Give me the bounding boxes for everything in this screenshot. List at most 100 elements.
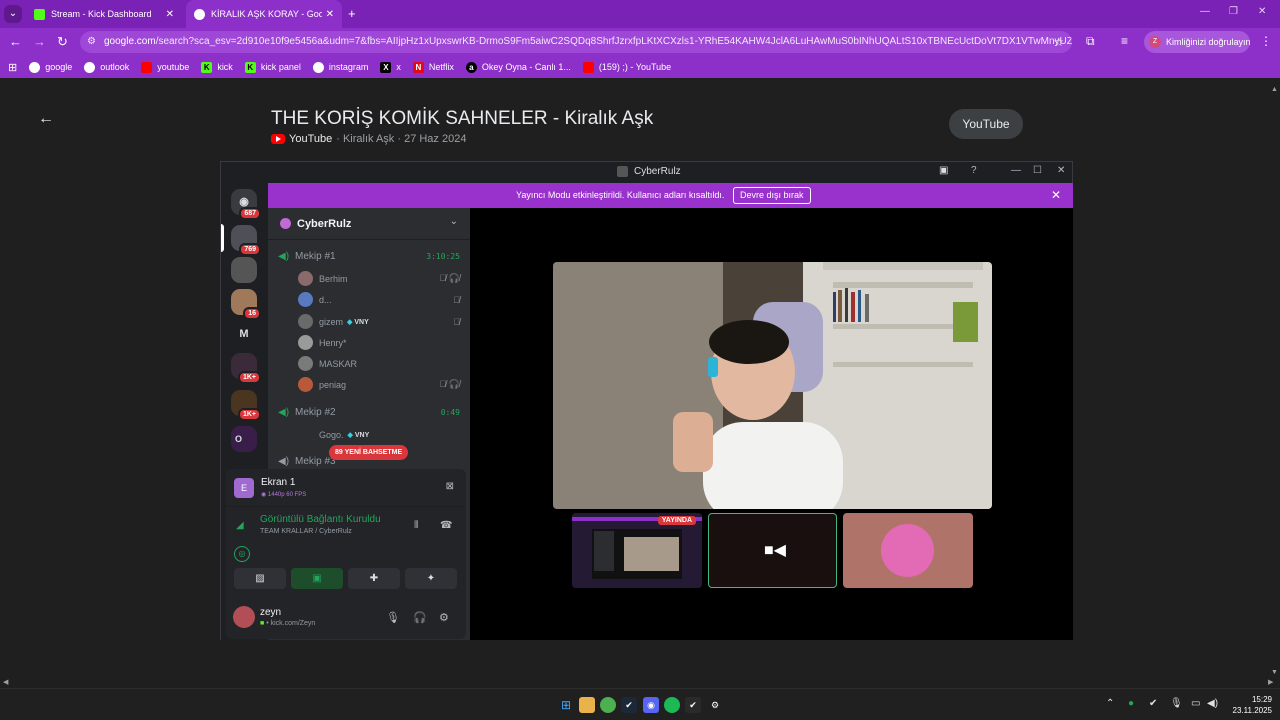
menu-icon[interactable]: ⋮ [1260,34,1272,48]
server-icon-5[interactable]: M [231,321,257,347]
server-icon-2[interactable]: 769 [231,225,261,256]
bookmark-x[interactable]: Xx [380,61,401,73]
bookmark-outlook[interactable]: outlook [84,61,129,73]
discord-icon[interactable]: ◉ [643,697,659,713]
minimize-icon[interactable]: — [1011,165,1021,176]
connection-channel[interactable]: TEAM KRALLAR / CyberRulz [260,528,352,535]
forward-icon[interactable]: → [33,34,46,49]
extensions-icon[interactable]: ⧉ [1086,34,1095,49]
close-icon[interactable]: ✕ [166,9,174,20]
steam-icon[interactable]: ✔ [621,697,637,713]
voice-user[interactable]: Henry* [298,335,460,350]
start-icon[interactable]: ⊞ [558,697,574,713]
network-icon[interactable]: ▭ [1191,698,1200,709]
volume-icon[interactable]: ◀) [1207,698,1218,709]
signal-icon[interactable]: ◢ [236,520,244,531]
participant-tile[interactable] [843,513,973,588]
bookmark-youtube[interactable]: youtube [141,61,189,73]
discord-window[interactable]: CyberRulz ▣ ? — ☐ ✕ Yayıncı Modu etkinle… [220,161,1073,640]
unread-mentions-pill[interactable]: 89 YENİ BAHSETME [329,445,409,460]
voice-user[interactable]: gizemVNY 🎙̸ [298,314,460,329]
page-title[interactable]: THE KORİŞ KOMİK SAHNELER - Kiralık Aşk [271,108,653,130]
stream-preview-row[interactable]: E Ekran 1 ◉ 1440p 60 FPS ⊠ [226,469,466,507]
close-icon[interactable]: ✕ [1051,188,1061,202]
bookmark-google[interactable]: google [29,61,72,73]
bookmark-kick-panel[interactable]: Kkick panel [244,61,301,73]
settings-icon[interactable]: ⚙ [439,611,449,624]
scroll-up-icon[interactable]: ▲ [1271,86,1278,93]
screen-share-button[interactable]: ▣ [291,568,343,589]
tray-app-icon[interactable]: ● [1128,698,1134,709]
horizontal-scrollbar[interactable]: ◀ ▶ [0,676,1280,688]
stream-thumbnail-camera[interactable]: ■◀ [708,513,837,588]
apps-icon[interactable]: ⊞ [8,61,17,74]
server-icon-6[interactable]: 1K+ [231,353,261,384]
clock[interactable]: 15:29 23.11.2025 [1222,694,1272,716]
vertical-scrollbar[interactable]: ▲ ▼ [1268,86,1280,676]
youtube-button[interactable]: YouTube [949,109,1023,139]
help-icon[interactable]: ? [971,165,977,176]
back-arrow-icon[interactable]: ← [38,110,54,128]
bookmark-okey[interactable]: a Okey Oyna - Canlı 1... [465,61,571,73]
bookmark-kick[interactable]: Kkick [201,61,233,73]
disable-streamer-mode-button[interactable]: Devre dışı bırak [733,187,811,204]
soundboard-button[interactable]: ✦ [405,568,457,589]
spotify-icon[interactable] [664,697,680,713]
bookmark-star-icon[interactable]: ☆ [1053,31,1064,53]
voice-channel-2[interactable]: ◀) Mekip #2 0:49 [278,407,460,418]
bookmark-youtube-159[interactable]: (159) ;) - YouTube [582,61,671,73]
back-icon[interactable]: ← [9,34,22,49]
main-video-stream[interactable] [553,262,992,509]
headphones-icon[interactable]: 🎧 [413,611,427,624]
tab-search-button[interactable]: ⌄ [4,5,22,23]
chevron-up-icon[interactable]: ⌃ [1106,698,1114,709]
minimize-icon[interactable]: — [1200,6,1210,17]
voice-user[interactable]: peniag 🎙̸ 🎧̸ [298,377,460,392]
maximize-icon[interactable]: ☐ [1033,165,1042,176]
voice-user[interactable]: Gogo. VNY [298,427,460,442]
steam-icon[interactable]: ✔ [1149,698,1157,709]
server-icon-3[interactable] [231,257,257,283]
noise-suppression-icon[interactable]: ⦀ [414,520,418,531]
disconnect-icon[interactable]: ☎ [440,520,452,531]
voice-user[interactable]: MASKAR [298,356,460,371]
scroll-left-icon[interactable]: ◀ [3,678,8,686]
close-icon[interactable]: ✕ [1057,165,1065,176]
server-icon-8[interactable]: O [231,426,257,452]
camera-off-button[interactable]: ▨ [234,568,286,589]
microphone-icon[interactable]: 🎙 [386,611,400,624]
server-icon-7[interactable]: 1K+ [231,390,261,421]
tab-google-search[interactable]: KİRALIK AŞK KORAY - Google'da ✕ [186,0,342,28]
app-icon[interactable]: ⚙ [707,697,723,713]
server-icon-4[interactable]: 16 [231,289,261,320]
media-icon[interactable]: ≡ [1121,34,1128,48]
address-bar[interactable]: ⚙ google.com/search?sca_esv=2d910e10f9e5… [80,31,1072,53]
close-icon[interactable]: ✕ [326,9,334,20]
bookmark-netflix[interactable]: N Netflix [412,61,454,73]
bookmark-instagram[interactable]: instagram [312,61,368,73]
profile-button[interactable]: Z Kimliğinizi doğrulayın [1144,31,1251,53]
app-icon[interactable]: ✔ [685,697,701,713]
voice-channel-1[interactable]: ◀) Mekip #1 3:10:25 [278,251,460,262]
source-name[interactable]: YouTube [289,133,332,145]
scroll-down-icon[interactable]: ▼ [1271,669,1278,676]
chevron-down-icon[interactable]: ⌄ [450,216,458,227]
site-info-icon[interactable]: ⚙ [87,31,96,53]
file-explorer-icon[interactable] [579,697,595,713]
microphone-icon[interactable]: 🎙 [1170,698,1183,709]
avatar[interactable] [233,606,255,628]
reload-icon[interactable]: ↻ [57,34,68,50]
inbox-icon[interactable]: ▣ [939,165,948,176]
voice-user[interactable]: d... 🎙̸ [298,292,460,307]
activities-button[interactable]: ✚ [348,568,400,589]
krisp-icon[interactable]: ◎ [234,546,250,562]
voice-user[interactable]: Berhim 🎙̸ 🎧̸ [298,271,460,286]
tab-kick-dashboard[interactable]: Stream - Kick Dashboard ✕ [26,0,182,28]
restore-icon[interactable]: ❐ [1229,6,1238,17]
stop-stream-icon[interactable]: ⊠ [446,481,454,492]
server-icon-1[interactable]: ◉ 687 [231,189,261,220]
close-window-icon[interactable]: ✕ [1258,6,1266,17]
new-tab-button[interactable]: + [348,6,356,21]
connection-status-text[interactable]: Görüntülü Bağlantı Kuruldu [260,514,381,525]
chrome-icon[interactable] [600,697,616,713]
